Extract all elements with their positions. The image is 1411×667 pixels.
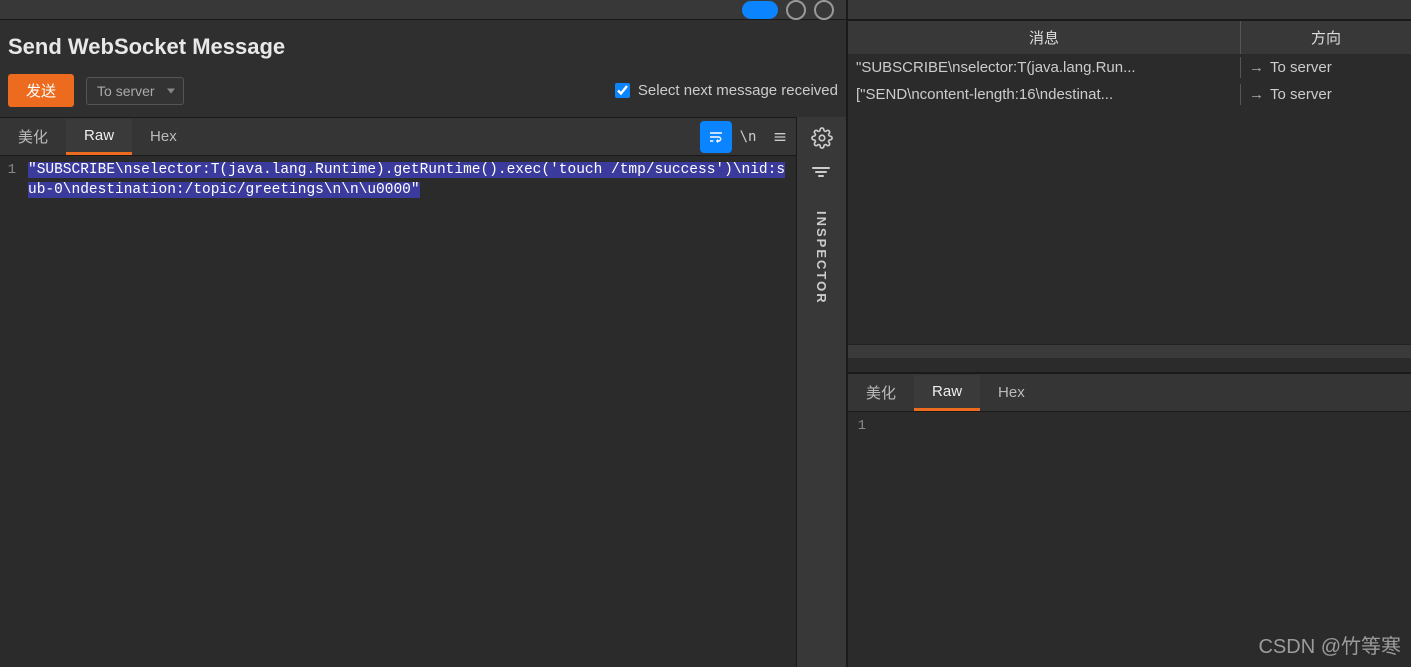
- tab-pretty[interactable]: 美化: [0, 118, 66, 155]
- history-table: 消息 方向 "SUBSCRIBE\nselector:T(java.lang.R…: [848, 20, 1411, 358]
- page-title: Send WebSocket Message: [0, 20, 846, 70]
- history-body[interactable]: "SUBSCRIBE\nselector:T(java.lang.Run... …: [848, 54, 1411, 344]
- tab-pretty[interactable]: 美化: [848, 374, 914, 411]
- show-escape-icon[interactable]: \n: [732, 121, 764, 153]
- gear-icon[interactable]: [811, 127, 833, 149]
- code-area[interactable]: [872, 412, 1411, 667]
- history-header-strip: [848, 0, 1411, 20]
- gutter: 1: [848, 412, 872, 667]
- arrow-right-icon: →: [1249, 59, 1264, 76]
- code-content: "SUBSCRIBE\nselector:T(java.lang.Runtime…: [28, 162, 785, 198]
- left-editor-tabs: 美化 Raw Hex \n: [0, 117, 796, 156]
- cell-direction: →To server: [1241, 57, 1411, 78]
- tab-hex[interactable]: Hex: [132, 120, 195, 153]
- tab-raw[interactable]: Raw: [914, 375, 980, 411]
- toolbar-circle-icon[interactable]: [786, 0, 806, 20]
- toggle-pill[interactable]: [742, 1, 778, 19]
- cell-message: "SUBSCRIBE\nselector:T(java.lang.Run...: [848, 57, 1241, 78]
- right-editor-tabs: 美化 Raw Hex: [848, 373, 1411, 412]
- right-editor-region: 美化 Raw Hex 1 CSDN @竹等寒: [848, 372, 1411, 667]
- cell-direction: →To server: [1241, 84, 1411, 105]
- inspector-label[interactable]: INSPECTOR: [814, 211, 829, 305]
- tab-raw[interactable]: Raw: [66, 119, 132, 155]
- send-button[interactable]: 发送: [8, 74, 74, 107]
- side-rail: INSPECTOR: [796, 117, 846, 667]
- table-row[interactable]: ["SEND\ncontent-length:16\ndestinat... →…: [848, 81, 1411, 108]
- filter-icon[interactable]: [812, 167, 832, 181]
- left-panel: Send WebSocket Message 发送 To server Sele…: [0, 0, 848, 667]
- select-next-checkbox[interactable]: [615, 83, 630, 98]
- col-header-message[interactable]: 消息: [848, 21, 1241, 54]
- tab-hex[interactable]: Hex: [980, 376, 1043, 409]
- app-toolbar: [0, 0, 846, 20]
- table-row[interactable]: "SUBSCRIBE\nselector:T(java.lang.Run... …: [848, 54, 1411, 81]
- cell-message: ["SEND\ncontent-length:16\ndestinat...: [848, 84, 1241, 105]
- select-next-checkbox-wrap[interactable]: Select next message received: [615, 82, 838, 99]
- toolbar-circle-icon[interactable]: [814, 0, 834, 20]
- controls-row: 发送 To server Select next message receive…: [0, 70, 846, 117]
- horizontal-scrollbar[interactable]: [848, 344, 1411, 358]
- gutter: 1: [0, 156, 22, 667]
- wrap-lines-icon[interactable]: [700, 121, 732, 153]
- left-editor[interactable]: 1 "SUBSCRIBE\nselector:T(java.lang.Runti…: [0, 156, 796, 667]
- history-head-row: 消息 方向: [848, 21, 1411, 54]
- right-panel: 消息 方向 "SUBSCRIBE\nselector:T(java.lang.R…: [848, 0, 1411, 667]
- select-next-label: Select next message received: [638, 82, 838, 99]
- col-header-direction[interactable]: 方向: [1241, 21, 1411, 54]
- hamburger-icon[interactable]: [764, 121, 796, 153]
- code-area[interactable]: "SUBSCRIBE\nselector:T(java.lang.Runtime…: [22, 156, 796, 667]
- arrow-right-icon: →: [1249, 86, 1264, 103]
- right-editor[interactable]: 1 CSDN @竹等寒: [848, 412, 1411, 667]
- direction-select-value: To server: [97, 83, 155, 99]
- direction-select[interactable]: To server: [86, 77, 184, 105]
